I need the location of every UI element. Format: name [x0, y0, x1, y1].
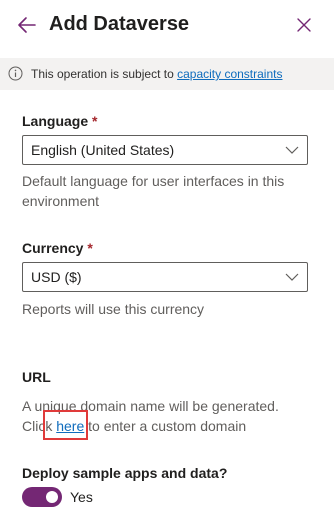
- url-label: URL: [22, 369, 51, 385]
- language-label-text: Language: [22, 113, 89, 129]
- language-help-text: Default language for user interfaces in …: [22, 173, 285, 209]
- language-label: Language *: [22, 111, 97, 131]
- url-rest-text: to enter a custom domain: [88, 418, 247, 434]
- deploy-sample-toggle[interactable]: [22, 487, 62, 507]
- close-icon[interactable]: [295, 16, 313, 34]
- language-dropdown-value: English (United States): [31, 142, 175, 158]
- notice-text: This operation is subject to capacity co…: [31, 66, 282, 82]
- language-dropdown[interactable]: English (United States): [22, 135, 308, 165]
- panel-header: Add Dataverse: [0, 0, 334, 50]
- deploy-sample-label: Deploy sample apps and data?: [22, 465, 228, 481]
- info-notice-bar: This operation is subject to capacity co…: [0, 58, 334, 90]
- chevron-down-icon: [285, 273, 299, 281]
- chevron-down-icon: [285, 146, 299, 154]
- currency-label: Currency *: [22, 238, 93, 258]
- panel-title: Add Dataverse: [49, 13, 190, 35]
- currency-help-text: Reports will use this currency: [22, 301, 205, 317]
- deploy-toggle-state: Yes: [70, 489, 93, 505]
- info-icon: [8, 66, 23, 81]
- toggle-knob: [46, 491, 58, 503]
- notice-message: This operation is subject to: [31, 67, 174, 81]
- currency-required-mark: *: [87, 240, 93, 256]
- back-arrow-icon[interactable]: [16, 14, 38, 36]
- currency-label-text: Currency: [22, 240, 84, 256]
- highlight-annotation-box: [43, 410, 88, 440]
- currency-dropdown[interactable]: USD ($): [22, 262, 308, 292]
- currency-dropdown-value: USD ($): [31, 269, 82, 285]
- language-required-mark: *: [92, 113, 98, 129]
- capacity-constraints-link[interactable]: capacity constraints: [177, 67, 282, 81]
